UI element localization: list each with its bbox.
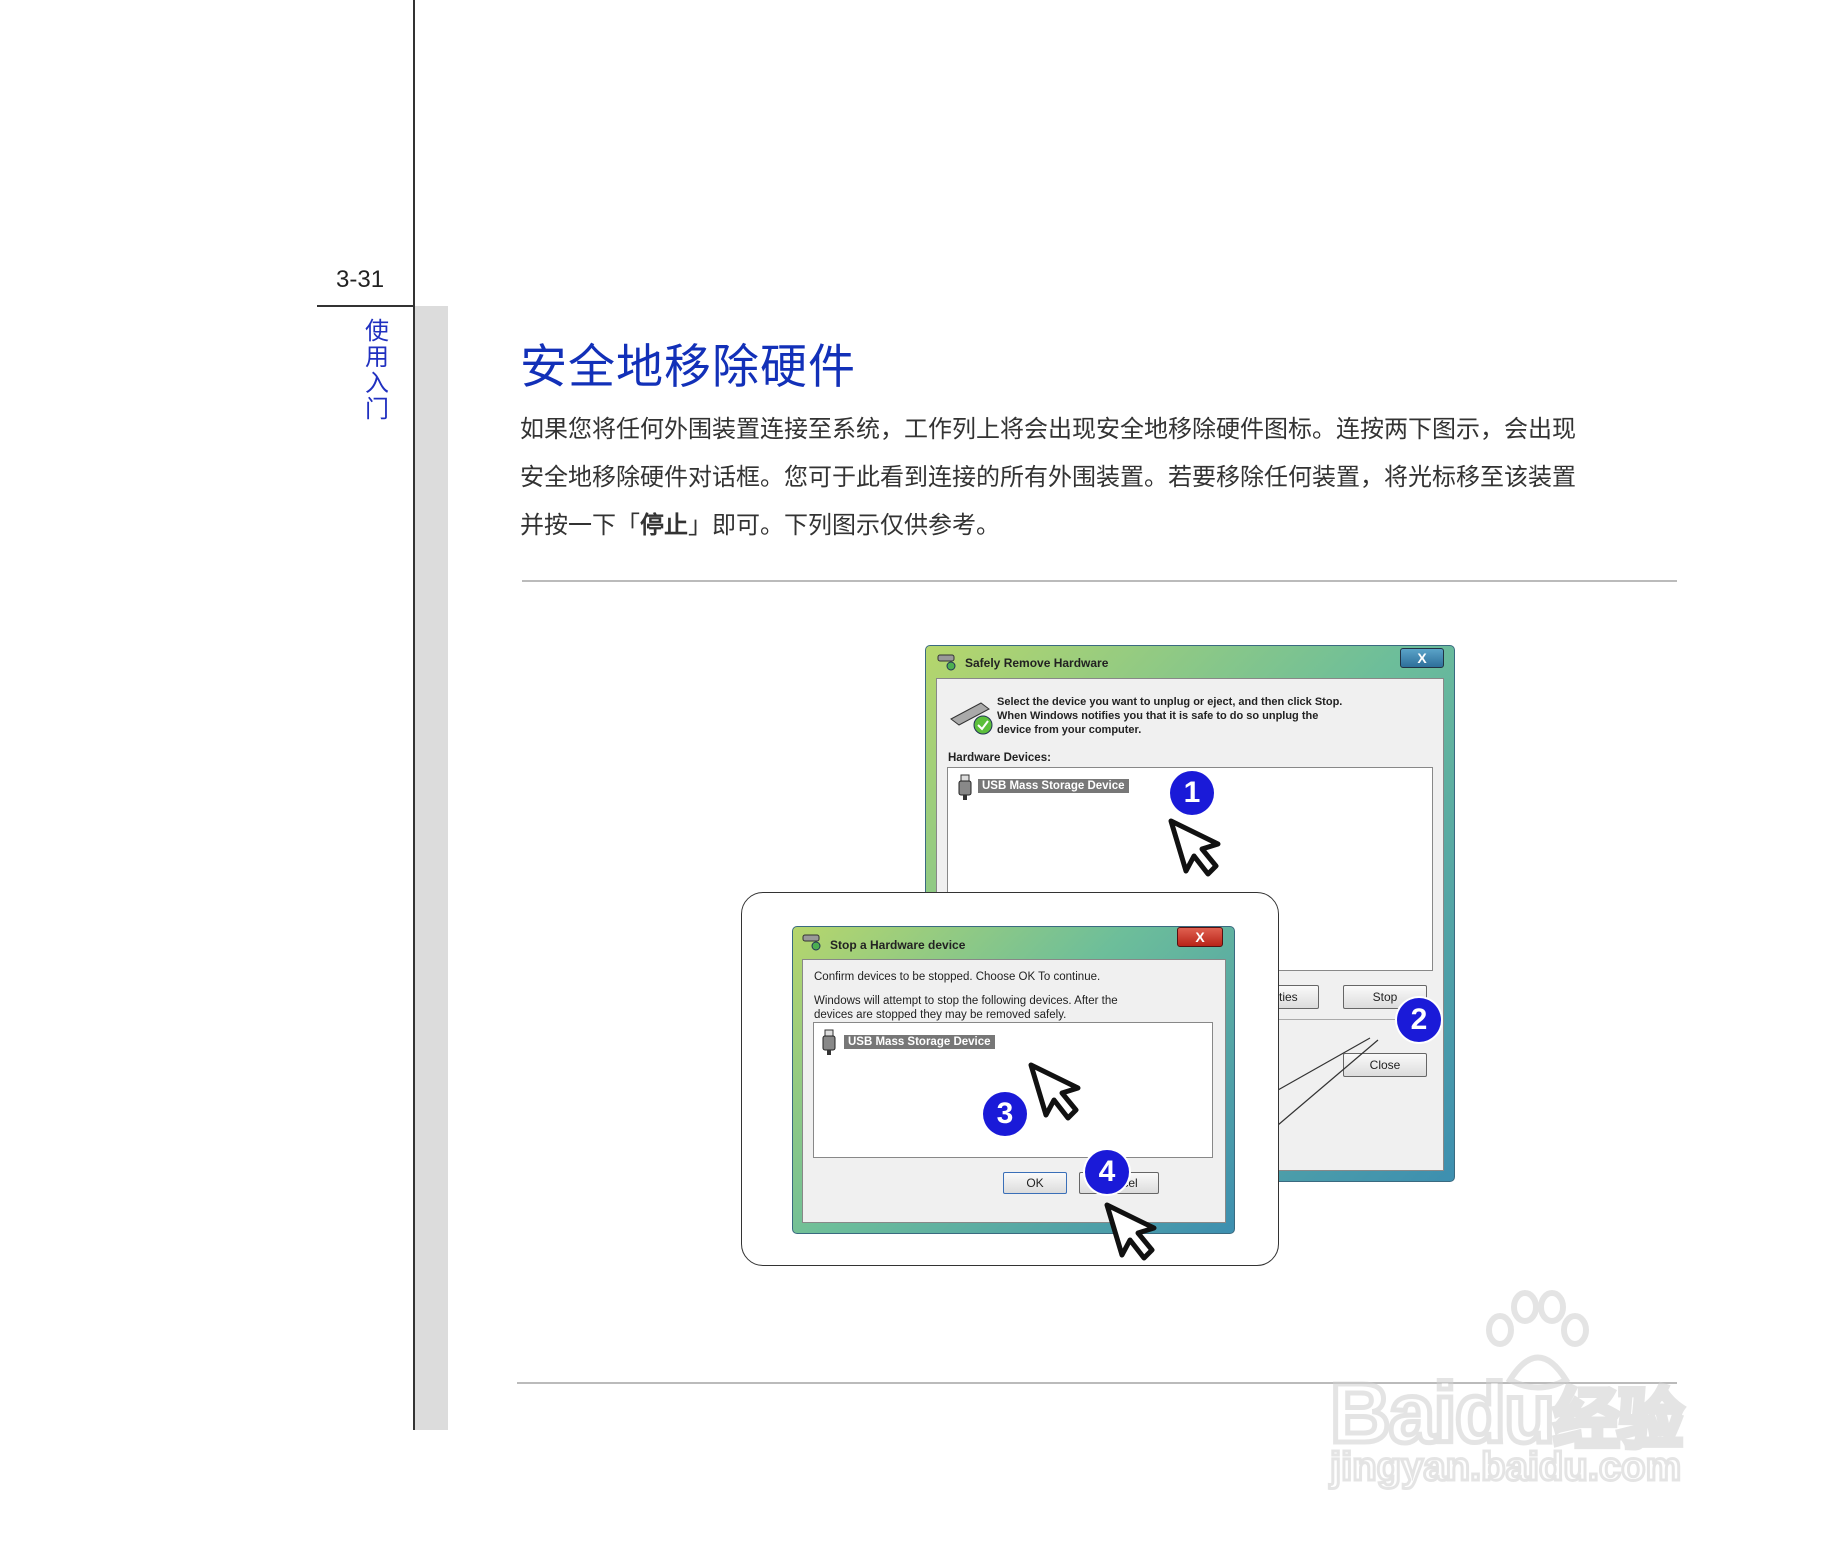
window-body: Confirm devices to be stopped. Choose OK… [802, 959, 1226, 1223]
stop-hardware-device-window: Stop a Hardware device X Confirm devices… [792, 926, 1235, 1234]
baidu-watermark: Baidu经验 jingyan.baidu.com [1320, 1285, 1760, 1495]
step-badge-3: 3 [983, 1092, 1027, 1136]
warning-line: Windows will attempt to stop the followi… [814, 995, 1118, 1007]
mouse-cursor-icon [1168, 818, 1221, 877]
warning-line: devices are stopped they may be removed … [814, 1009, 1067, 1021]
step-badge-4: 4 [1085, 1150, 1129, 1194]
close-icon[interactable]: X [1177, 927, 1223, 947]
confirm-text: Confirm devices to be stopped. Choose OK… [814, 971, 1101, 983]
usb-stick-icon [822, 1029, 836, 1055]
devices-to-stop-list[interactable]: USB Mass Storage Device [813, 1022, 1213, 1158]
warning-text: Windows will attempt to stop the followi… [814, 994, 1118, 1022]
mouse-cursor-icon [1028, 1062, 1081, 1121]
step-badge-1: 1 [1170, 771, 1214, 815]
device-list-item[interactable]: USB Mass Storage Device [844, 1035, 995, 1049]
usb-plug-icon [802, 934, 821, 951]
step-badge-2: 2 [1397, 998, 1441, 1042]
mouse-cursor-icon [1104, 1202, 1157, 1261]
window-title: Stop a Hardware device [830, 938, 966, 952]
ok-button[interactable]: OK [1003, 1172, 1067, 1194]
watermark-url: jingyan.baidu.com [1328, 1444, 1682, 1491]
